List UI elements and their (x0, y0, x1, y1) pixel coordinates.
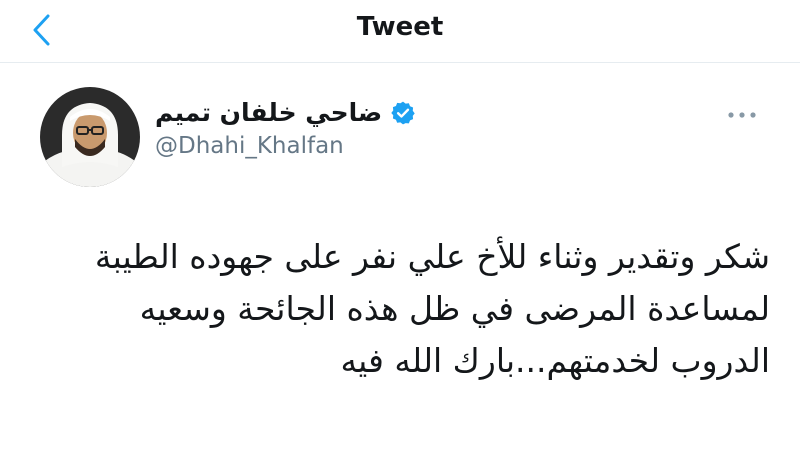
more-options-button[interactable] (724, 103, 760, 127)
avatar[interactable] (40, 87, 140, 187)
display-name[interactable]: ضاحي خلفان تميم (155, 98, 382, 127)
top-bar: Tweet (0, 0, 800, 63)
author-names: ضاحي خلفان تميم @Dhahi_Khalfan (155, 98, 575, 159)
verified-badge-icon (391, 101, 415, 124)
page-title: Tweet (356, 12, 444, 42)
display-name-row[interactable]: ضاحي خلفان تميم (155, 98, 575, 127)
tweet-text: شكر وتقدير وثناء للأخ علي نفر على جهوده … (94, 237, 770, 380)
profile-photo (40, 87, 140, 187)
more-horizontal-icon (728, 112, 756, 118)
user-handle[interactable]: @Dhahi_Khalfan (155, 133, 575, 159)
tweet-card: ضاحي خلفان تميم @Dhahi_Khalfan شكر وتقدي… (0, 63, 800, 450)
